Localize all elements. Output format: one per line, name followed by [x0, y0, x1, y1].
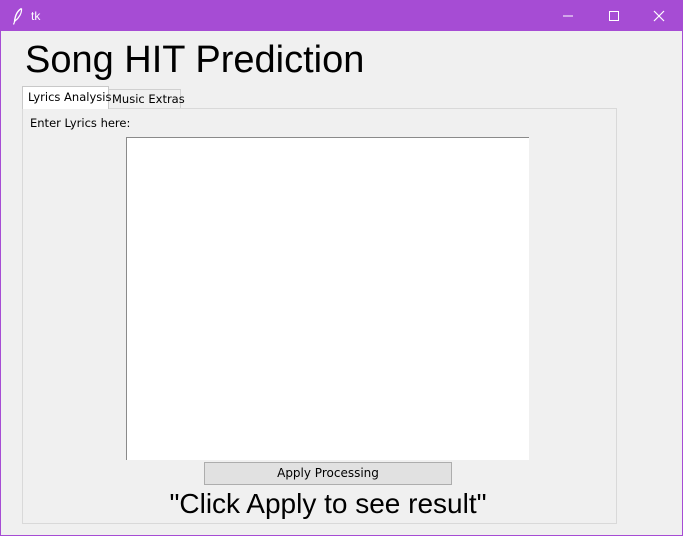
tab-lyrics-analysis[interactable]: Lyrics Analysis: [22, 86, 111, 109]
window-title: tk: [31, 9, 41, 23]
feather-icon: [10, 7, 26, 25]
lyrics-textarea[interactable]: [126, 137, 529, 460]
minimize-button[interactable]: [545, 1, 591, 31]
lyrics-label: Enter Lyrics here:: [30, 116, 131, 130]
result-text: "Click Apply to see result": [169, 488, 487, 519]
maximize-button[interactable]: [591, 1, 637, 31]
close-button[interactable]: [636, 1, 682, 31]
close-icon: [653, 10, 665, 22]
app-heading: Song HIT Prediction: [25, 39, 365, 81]
minimize-icon: [563, 15, 573, 17]
app-window: tk Song HIT Prediction Lyrics Analysis M…: [0, 0, 683, 536]
apply-processing-button[interactable]: Apply Processing: [204, 462, 452, 485]
maximize-icon: [609, 11, 619, 21]
tab-music-extras[interactable]: Music Extras: [108, 89, 185, 108]
title-bar[interactable]: tk: [1, 1, 682, 31]
